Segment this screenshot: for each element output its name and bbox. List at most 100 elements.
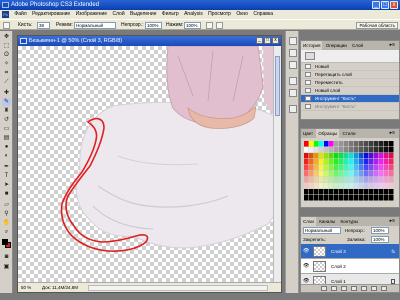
color-swatch[interactable] [349, 153, 354, 159]
color-swatch[interactable] [384, 159, 389, 165]
color-swatch[interactable] [384, 165, 389, 171]
color-swatch[interactable] [364, 141, 369, 147]
history-brush-tool-icon[interactable]: ↺ [2, 116, 11, 124]
color-swatch[interactable] [349, 183, 354, 189]
color-swatch[interactable] [329, 177, 334, 183]
gradient-tool-icon[interactable]: ▤ [2, 134, 11, 142]
color-swatch[interactable] [364, 195, 369, 201]
clone-stamp-tool-icon[interactable]: ♜ [2, 107, 11, 115]
history-item-selected[interactable]: Инструмент "Кисть" [301, 95, 399, 103]
color-swatch[interactable] [359, 177, 364, 183]
brush-tool-preset-icon[interactable] [3, 22, 10, 29]
layer-row-selected[interactable]: 👁 Слой 3 fx [301, 244, 399, 259]
magic-wand-tool-icon[interactable]: ✧ [2, 60, 11, 68]
histogram-panel-icon[interactable] [289, 61, 297, 69]
color-swatch[interactable] [364, 177, 369, 183]
color-swatch[interactable] [329, 189, 334, 195]
history-item[interactable]: Новый слой [301, 87, 399, 95]
color-swatch[interactable] [304, 177, 309, 183]
color-swatch[interactable] [379, 189, 384, 195]
brushes-palette-icon[interactable] [216, 22, 223, 29]
color-swatch[interactable] [339, 183, 344, 189]
color-swatch[interactable] [314, 141, 319, 147]
color-swatch[interactable] [384, 189, 389, 195]
color-swatch[interactable] [389, 171, 394, 177]
color-swatch[interactable] [329, 159, 334, 165]
color-swatch[interactable] [319, 165, 324, 171]
tab-color[interactable]: Цвет [301, 129, 315, 138]
color-swatch[interactable] [354, 147, 359, 153]
color-swatch[interactable] [349, 189, 354, 195]
eye-icon[interactable]: 👁 [303, 263, 309, 269]
color-swatch[interactable] [344, 189, 349, 195]
color-swatch[interactable] [319, 189, 324, 195]
color-swatch[interactable] [319, 159, 324, 165]
layer-row[interactable]: 👁 Слой 2 [301, 259, 399, 274]
color-swatch[interactable] [364, 171, 369, 177]
swatch-grid[interactable] [304, 141, 394, 201]
color-swatch[interactable] [354, 165, 359, 171]
color-swatch[interactable] [304, 153, 309, 159]
color-swatch[interactable] [319, 177, 324, 183]
healing-brush-tool-icon[interactable]: ✚ [2, 89, 11, 97]
history-item[interactable]: Перетащить слой [301, 71, 399, 79]
color-swatch[interactable] [389, 153, 394, 159]
notes-tool-icon[interactable]: ▱ [2, 201, 11, 209]
color-swatch[interactable] [324, 141, 329, 147]
color-swatch[interactable] [384, 195, 389, 201]
color-swatch[interactable] [374, 147, 379, 153]
color-swatch[interactable] [354, 141, 359, 147]
layer-style-icon[interactable] [331, 286, 337, 291]
minimize-button[interactable]: _ [372, 1, 380, 9]
color-swatch[interactable] [379, 141, 384, 147]
color-swatch[interactable] [329, 183, 334, 189]
color-swatch[interactable] [329, 141, 334, 147]
color-swatch[interactable] [314, 195, 319, 201]
tab-history[interactable]: История [301, 41, 323, 50]
color-swatch[interactable] [344, 165, 349, 171]
color-swatch[interactable] [304, 171, 309, 177]
color-swatch[interactable] [374, 159, 379, 165]
color-swatch[interactable] [369, 147, 374, 153]
color-swatch[interactable] [389, 183, 394, 189]
color-swatch[interactable] [344, 177, 349, 183]
color-swatch[interactable] [314, 153, 319, 159]
tab-channels[interactable]: Каналы [317, 217, 337, 226]
color-swatch[interactable] [379, 159, 384, 165]
brush-size-picker[interactable]: 38 [37, 22, 50, 29]
color-swatch[interactable] [359, 141, 364, 147]
color-swatch[interactable] [374, 171, 379, 177]
color-swatch[interactable] [304, 147, 309, 153]
color-swatch[interactable] [389, 147, 394, 153]
color-swatch[interactable] [344, 141, 349, 147]
image-canvas[interactable] [18, 46, 274, 284]
history-item[interactable]: Инструмент "Кисть" [301, 103, 399, 111]
layer-mask-icon[interactable] [341, 286, 347, 291]
color-swatch[interactable] [359, 183, 364, 189]
color-swatch[interactable] [319, 183, 324, 189]
color-swatch[interactable] [334, 183, 339, 189]
color-swatch[interactable] [384, 147, 389, 153]
color-swatch[interactable] [304, 183, 309, 189]
color-swatch[interactable] [324, 153, 329, 159]
color-swatch[interactable] [369, 141, 374, 147]
color-swatch[interactable] [304, 165, 309, 171]
color-swatch[interactable] [319, 171, 324, 177]
color-swatch[interactable] [314, 159, 319, 165]
color-swatch[interactable] [349, 159, 354, 165]
doc-maximize-button[interactable]: □ [264, 37, 271, 44]
color-swatch[interactable] [359, 147, 364, 153]
color-swatch[interactable] [369, 183, 374, 189]
color-swatch[interactable] [384, 177, 389, 183]
color-swatch[interactable] [309, 141, 314, 147]
document-size-info[interactable]: Док: 11,4М/34,8М [42, 283, 78, 292]
color-swatch[interactable] [364, 153, 369, 159]
color-swatch[interactable] [329, 195, 334, 201]
color-swatch[interactable] [344, 183, 349, 189]
blur-tool-icon[interactable]: ● [2, 143, 11, 151]
color-swatch[interactable] [339, 165, 344, 171]
menu-analysis[interactable]: Analysis [182, 10, 205, 19]
doc-minimize-button[interactable]: _ [256, 37, 263, 44]
color-swatch[interactable] [369, 153, 374, 159]
foreground-color-swatch[interactable] [2, 239, 8, 245]
